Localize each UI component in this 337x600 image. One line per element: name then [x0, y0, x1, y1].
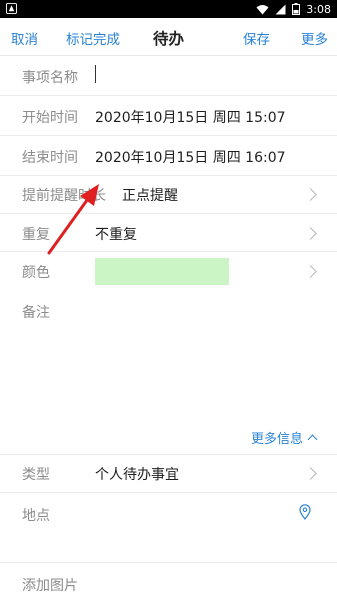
status-bar: 3:08: [0, 0, 337, 18]
chevron-right-icon: [304, 188, 317, 201]
location-pin-icon[interactable]: [299, 504, 311, 520]
page-title: 待办: [152, 30, 184, 48]
save-button[interactable]: 保存: [243, 28, 270, 48]
more-info-link[interactable]: 更多信息: [250, 428, 318, 447]
more-info-label: 更多信息: [250, 432, 303, 447]
location-row[interactable]: 地点: [0, 493, 337, 563]
end-time-label: 结束时间: [22, 150, 78, 166]
status-time: 3:08: [306, 2, 331, 16]
more-button[interactable]: 更多: [301, 28, 328, 48]
top-action-bar: 取消 标记完成 待办 保存 更多: [0, 18, 337, 56]
status-icons: 3:08: [256, 0, 331, 18]
reminder-value[interactable]: 正点提醒: [122, 185, 178, 205]
item-name-label: 事项名称: [22, 70, 78, 86]
type-label: 类型: [22, 467, 50, 483]
notes-label: 备注: [22, 305, 50, 321]
chevron-up-icon: [307, 434, 318, 445]
text-cursor: [95, 65, 96, 83]
color-label: 颜色: [22, 265, 50, 281]
color-swatch[interactable]: [95, 258, 229, 285]
chevron-right-icon: [304, 467, 317, 480]
add-image-row[interactable]: 添加图片: [0, 563, 337, 600]
start-time-value[interactable]: 2020年10月15日 周四 15:07: [95, 107, 286, 127]
type-row[interactable]: 类型 个人待办事宜: [0, 455, 337, 493]
start-time-row[interactable]: 开始时间 2020年10月15日 周四 15:07: [0, 96, 337, 136]
chevron-right-icon: [304, 265, 317, 278]
end-time-value[interactable]: 2020年10月15日 周四 16:07: [95, 147, 286, 167]
notification-icon: [6, 3, 17, 14]
chevron-right-icon: [304, 227, 317, 240]
end-time-row[interactable]: 结束时间 2020年10月15日 周四 16:07: [0, 136, 337, 176]
type-value[interactable]: 个人待办事宜: [95, 464, 179, 484]
item-name-row[interactable]: 事项名称: [0, 56, 337, 96]
wifi-icon: [256, 4, 269, 14]
signal-icon: [275, 4, 286, 14]
battery-icon: [292, 3, 301, 15]
add-image-label: 添加图片: [22, 578, 78, 594]
location-label: 地点: [22, 508, 50, 524]
start-time-label: 开始时间: [22, 110, 78, 126]
annotation-arrow-icon: [47, 184, 99, 255]
